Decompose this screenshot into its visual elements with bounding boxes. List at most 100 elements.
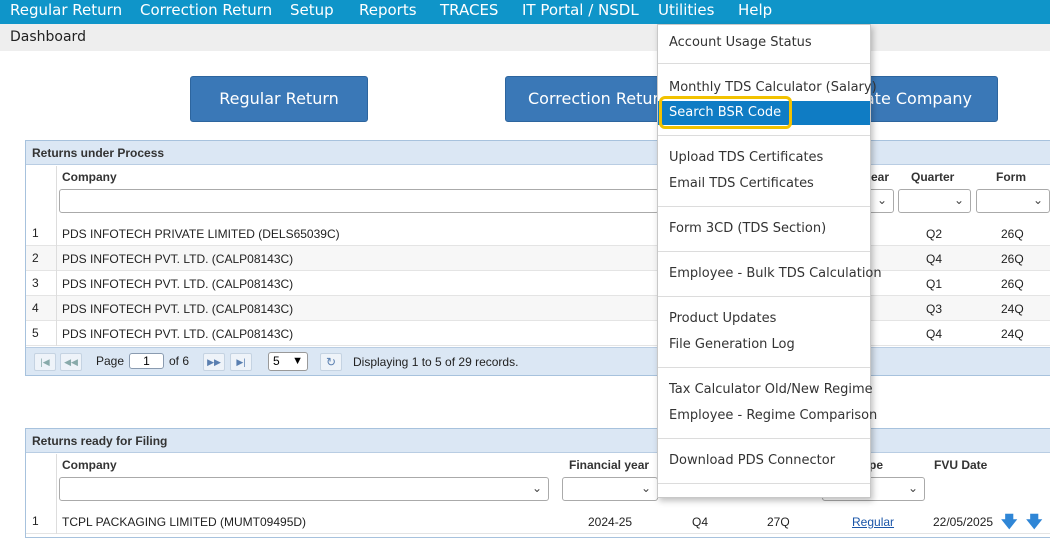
company-cell: PDS INFOTECH PVT. LTD. (CALP08143C) — [62, 277, 294, 291]
column-header-form: Form — [996, 170, 1026, 184]
quarter-cell: Q1 — [926, 277, 943, 291]
table-row[interactable]: 5 PDS INFOTECH PVT. LTD. (CALP08143C) Q4… — [26, 321, 1050, 346]
return-type-link[interactable]: Regular — [852, 515, 894, 529]
form-cell: 24Q — [1001, 302, 1024, 316]
column-header-company: Company — [62, 170, 117, 184]
menu-item-employee-bulk-tds[interactable]: Employee - Bulk TDS Calculation — [658, 262, 882, 286]
menu-divider — [658, 206, 870, 207]
table-row[interactable]: 1 PDS INFOTECH PRIVATE LIMITED (DELS6503… — [26, 221, 1050, 246]
form-cell: 24Q — [1001, 327, 1024, 341]
quarter-cell: Q2 — [926, 227, 943, 241]
panel-title: Returns under Process — [26, 141, 1050, 165]
menu-item-regime-comparison[interactable]: Employee - Regime Comparison — [658, 404, 877, 428]
menu-divider — [658, 135, 870, 136]
menu-divider — [658, 367, 870, 368]
column-header-financial-year: Financial year — [569, 458, 650, 472]
financial-year-cell: 2024-25 — [588, 515, 633, 529]
correction-return-button[interactable]: Correction Return — [505, 76, 675, 122]
column-header-quarter: Quarter — [911, 170, 955, 184]
form-cell: 26Q — [1001, 252, 1024, 266]
menu-item-product-updates[interactable]: Product Updates — [658, 307, 870, 331]
form-cell: 26Q — [1001, 227, 1024, 241]
panel-title: Returns ready for Filing — [26, 429, 1050, 453]
chevron-down-icon: ⌄ — [640, 481, 651, 495]
row-number: 1 — [26, 221, 57, 246]
form-cell: 26Q — [1001, 277, 1024, 291]
row-number: 3 — [26, 271, 57, 296]
chevron-down-icon: ⌄ — [876, 193, 887, 207]
company-filter-select[interactable]: ⌄ — [59, 477, 549, 501]
nav-correction-return[interactable]: Correction Return — [140, 0, 272, 24]
records-status: Displaying 1 to 5 of 29 records. — [353, 355, 519, 369]
row-number: 1 — [26, 509, 57, 534]
company-cell: PDS INFOTECH PVT. LTD. (CALP08143C) — [62, 302, 294, 316]
nav-help[interactable]: Help — [738, 0, 772, 24]
nav-setup[interactable]: Setup — [290, 0, 334, 24]
nav-it-portal-nsdl[interactable]: IT Portal / NSDL — [522, 0, 639, 24]
company-filter-select[interactable] — [59, 189, 659, 213]
chevron-down-icon: ⌄ — [907, 481, 918, 495]
nav-traces[interactable]: TRACES — [440, 0, 498, 24]
menu-divider — [658, 483, 870, 484]
top-nav-bar: Regular Return Correction Return Setup R… — [0, 0, 1050, 24]
row-number: 2 — [26, 246, 57, 271]
menu-item-download-pds-connector[interactable]: Download PDS Connector — [658, 449, 870, 473]
column-header-company: Company — [62, 458, 117, 472]
nav-regular-return[interactable]: Regular Return — [10, 0, 122, 24]
table-row[interactable]: 3 PDS INFOTECH PVT. LTD. (CALP08143C) Q1… — [26, 271, 1050, 296]
table-row[interactable]: 1 TCPL PACKAGING LIMITED (MUMT09495D) 20… — [26, 509, 1050, 534]
form-cell: 27Q — [767, 515, 790, 529]
column-header-year: ear — [871, 170, 890, 184]
chevron-down-icon: ⌄ — [531, 481, 542, 495]
quarter-cell: Q4 — [926, 252, 943, 266]
page-total-label: of 6 — [169, 354, 190, 368]
next-page-icon[interactable]: ▶▶ — [203, 353, 225, 371]
menu-divider — [658, 438, 870, 439]
company-cell: PDS INFOTECH PRIVATE LIMITED (DELS65039C… — [62, 227, 340, 241]
menu-item-email-tds-certificates[interactable]: Email TDS Certificates — [658, 172, 870, 196]
table-row[interactable]: 4 PDS INFOTECH PVT. LTD. (CALP08143C) Q3… — [26, 296, 1050, 321]
chevron-down-icon: ⌄ — [1032, 193, 1043, 207]
focus-highlight-ring — [659, 96, 792, 129]
financial-year-filter-select[interactable]: ⌄ — [562, 477, 658, 501]
column-header-fvu-date: FVU Date — [934, 458, 988, 472]
nav-reports[interactable]: Reports — [359, 0, 417, 24]
page-size-select[interactable]: 5 ▼ — [268, 352, 308, 371]
quarter-cell: Q4 — [926, 327, 943, 341]
menu-item-form-3cd[interactable]: Form 3CD (TDS Section) — [658, 217, 870, 241]
regular-return-button[interactable]: Regular Return — [190, 76, 368, 122]
company-cell: TCPL PACKAGING LIMITED (MUMT09495D) — [62, 515, 307, 529]
pagination-bar: |◀ ◀◀ Page 1 of 6 ▶▶ ▶| 5 ▼ ↻ Displaying … — [26, 347, 1050, 375]
form-filter-select[interactable]: ⌄ — [976, 189, 1050, 213]
menu-divider — [658, 251, 870, 252]
menu-divider — [658, 63, 870, 64]
breadcrumb-bar: Dashboard — [0, 24, 1050, 51]
chevron-down-icon: ▼ — [292, 355, 303, 367]
menu-item-file-generation-log[interactable]: File Generation Log — [658, 333, 870, 357]
returns-ready-for-filing-panel: Returns ready for Filing Company Financi… — [25, 428, 1050, 538]
fvu-date-cell: 22/05/2025 — [933, 515, 994, 529]
menu-item-tax-calculator[interactable]: Tax Calculator Old/New Regime — [658, 378, 873, 402]
quarter-filter-select[interactable]: ⌄ — [898, 189, 971, 213]
last-page-icon[interactable]: ▶| — [230, 353, 252, 371]
row-number: 5 — [26, 321, 57, 346]
row-number: 4 — [26, 296, 57, 321]
company-cell: PDS INFOTECH PVT. LTD. (CALP08143C) — [62, 252, 294, 266]
rownum-header — [26, 454, 57, 509]
quarter-cell: Q3 — [926, 302, 943, 316]
column-header-type: pe — [869, 458, 884, 472]
rownum-header — [26, 166, 57, 221]
menu-divider — [658, 296, 870, 297]
first-page-icon[interactable]: |◀ — [34, 353, 56, 371]
page-number-input[interactable]: 1 — [129, 353, 164, 369]
nav-utilities[interactable]: Utilities — [658, 0, 714, 24]
breadcrumb: Dashboard — [10, 29, 86, 45]
page-size-value: 5 — [273, 354, 280, 368]
menu-item-account-usage-status[interactable]: Account Usage Status — [658, 31, 870, 55]
prev-page-icon[interactable]: ◀◀ — [60, 353, 82, 371]
table-row[interactable]: 2 PDS INFOTECH PVT. LTD. (CALP08143C) Q4… — [26, 246, 1050, 271]
quarter-cell: Q4 — [692, 515, 709, 529]
refresh-icon[interactable]: ↻ — [320, 353, 342, 371]
menu-item-upload-tds-certificates[interactable]: Upload TDS Certificates — [658, 146, 870, 170]
returns-under-process-panel: Returns under Process Company ear Quarte… — [25, 140, 1050, 376]
